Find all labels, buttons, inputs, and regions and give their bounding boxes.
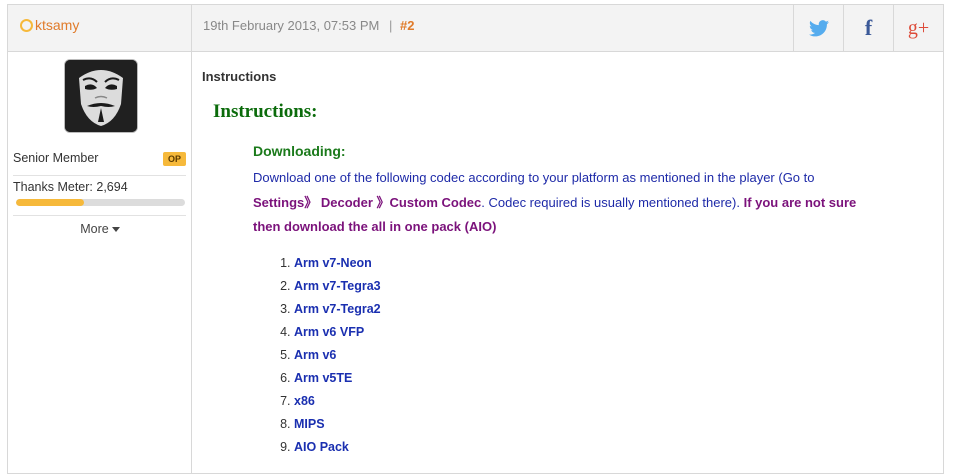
forum-post: ktsamy 19th February 2013, 07:53 PM | #2…: [7, 4, 944, 474]
twitter-icon: [808, 19, 829, 36]
codec-download-link[interactable]: MIPS: [294, 417, 325, 431]
codec-download-link[interactable]: x86: [294, 394, 315, 408]
user-rank: Senior Member: [13, 151, 99, 165]
sidebar-divider: [13, 215, 186, 216]
codec-list-item: Arm v5TE: [294, 367, 381, 390]
post-number-link[interactable]: #2: [400, 18, 414, 33]
post-meta: 19th February 2013, 07:53 PM | #2: [203, 18, 414, 33]
post-date: 19th February 2013, 07:53 PM: [203, 18, 380, 33]
codec-list-item: MIPS: [294, 413, 381, 436]
codec-list: Arm v7-Neon Arm v7-Tegra3 Arm v7-Tegra2 Arm…: [273, 252, 381, 459]
mask-avatar-image: [65, 60, 137, 132]
thanks-meter-fill: [16, 199, 84, 206]
share-twitter-button[interactable]: [793, 5, 843, 51]
codec-list-item: Arm v7-Tegra3: [294, 275, 381, 298]
downloading-heading: Downloading:: [253, 143, 346, 159]
share-facebook-button[interactable]: f: [843, 5, 893, 51]
codec-download-link[interactable]: Arm v6 VFP: [294, 325, 364, 339]
op-badge: OP: [162, 152, 186, 166]
online-status-icon: [20, 19, 33, 32]
codec-download-link[interactable]: Arm v7-Tegra2: [294, 302, 381, 316]
codec-download-link[interactable]: Arm v6: [294, 348, 336, 362]
thanks-meter-bar: [16, 199, 185, 206]
avatar[interactable]: [64, 59, 138, 133]
codec-list-item: Arm v7-Tegra2: [294, 298, 381, 321]
google-plus-icon: g+: [907, 16, 930, 39]
codec-list-item: Arm v6: [294, 344, 381, 367]
instructions-paragraph: Download one of the following codec acco…: [253, 166, 878, 240]
codec-list-item: AIO Pack: [294, 436, 381, 459]
codec-list-item: x86: [294, 390, 381, 413]
settings-path: Settings》 Decoder 》Custom Codec: [253, 194, 482, 210]
post-header: ktsamy 19th February 2013, 07:53 PM | #2…: [8, 5, 943, 52]
more-label: More: [80, 222, 109, 236]
facebook-icon: f: [864, 15, 873, 40]
codec-download-link[interactable]: Arm v7-Neon: [294, 256, 372, 270]
codec-download-link[interactable]: Arm v5TE: [294, 371, 352, 385]
codec-list-item: Arm v7-Neon: [294, 252, 381, 275]
thanks-meter-label: Thanks Meter: 2,694: [13, 180, 128, 194]
codec-download-link[interactable]: Arm v7-Tegra3: [294, 279, 381, 293]
post-title: Instructions: [202, 69, 277, 84]
caret-down-icon: [111, 227, 120, 233]
more-button[interactable]: More: [8, 222, 192, 236]
instructions-text-1: Download one of the following codec acco…: [253, 170, 815, 185]
share-google-plus-button[interactable]: g+: [893, 5, 943, 51]
codec-list-item: Arm v6 VFP: [294, 321, 381, 344]
username-link[interactable]: ktsamy: [35, 17, 79, 33]
post-author-cell: ktsamy: [8, 5, 192, 51]
instructions-text-2: . Codec required is usually mentioned th…: [481, 194, 744, 210]
user-sidebar: Senior Member OP Thanks Meter: 2,694 Mor…: [8, 51, 192, 473]
sidebar-divider: [13, 175, 186, 176]
meta-separator: |: [388, 18, 393, 33]
user-rank-row: Senior Member OP: [13, 150, 186, 166]
post-content: Instructions Instructions: Downloading: …: [202, 51, 943, 473]
instructions-heading: Instructions:: [213, 101, 318, 122]
codec-download-link[interactable]: AIO Pack: [294, 440, 349, 454]
